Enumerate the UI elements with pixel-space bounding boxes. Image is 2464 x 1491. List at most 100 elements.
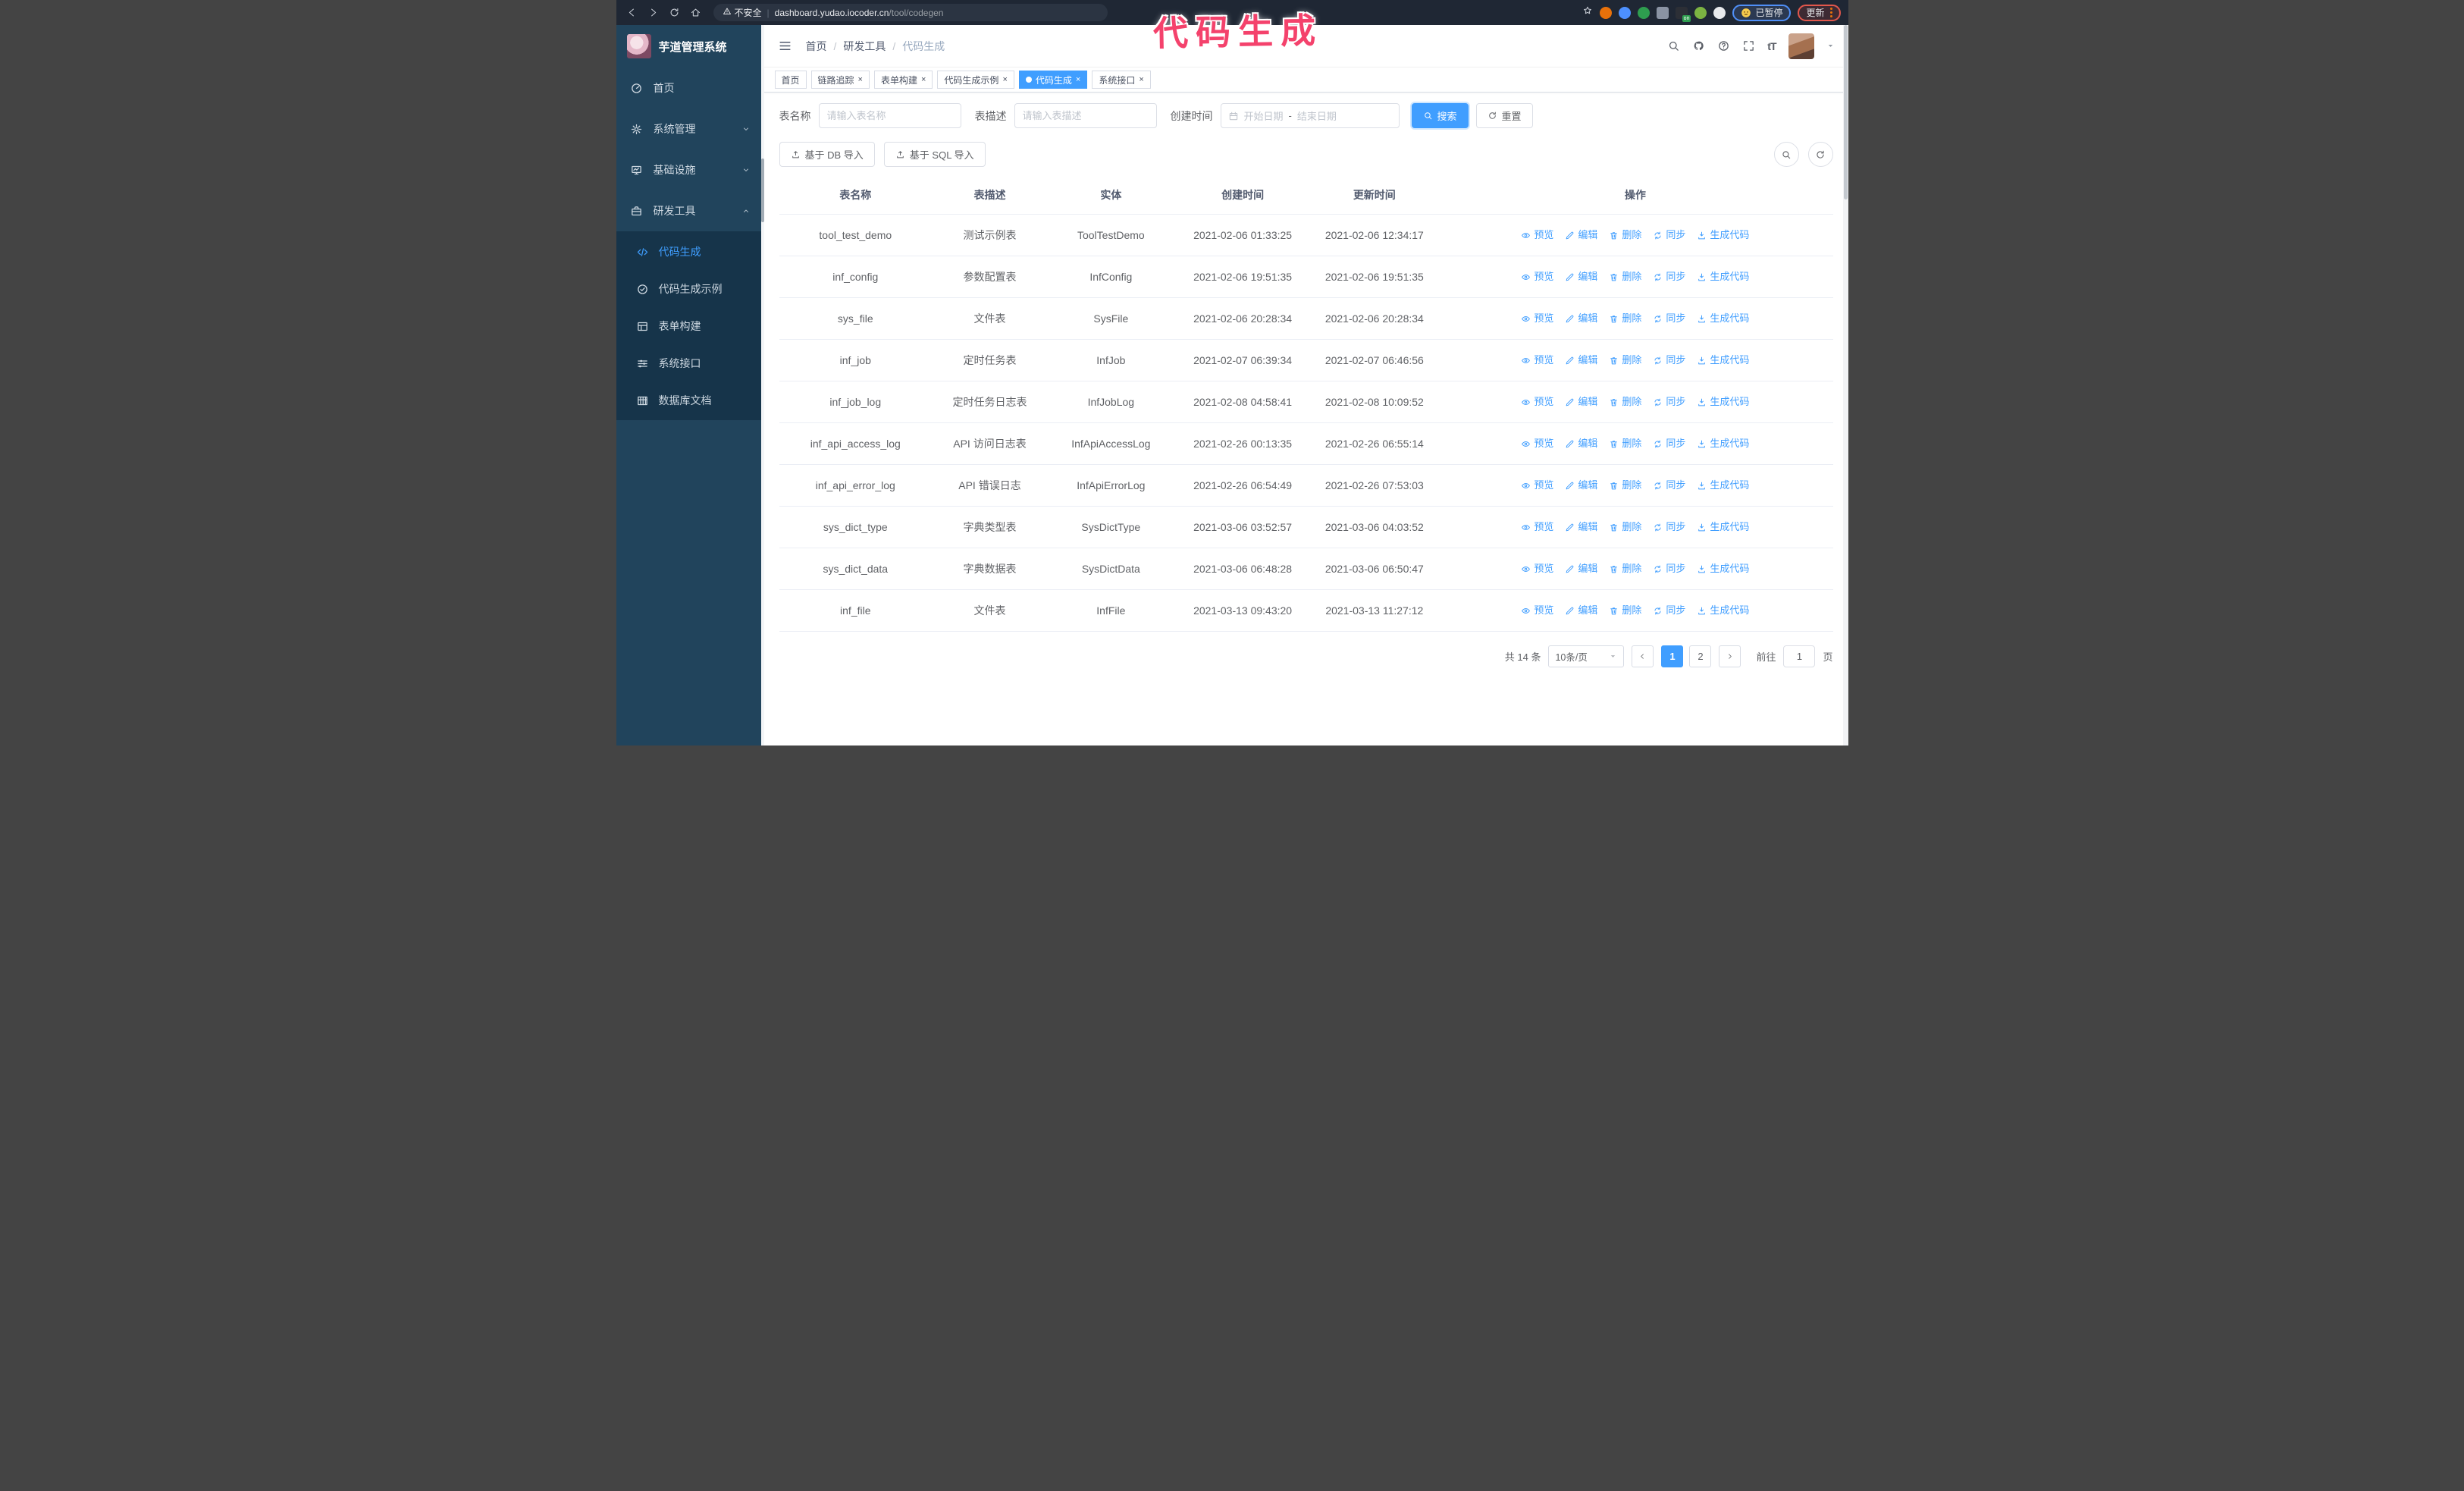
sidebar-item-2[interactable]: 系统管理 xyxy=(616,108,764,149)
action-sync[interactable]: 同步 xyxy=(1653,227,1685,243)
bookmark-star-icon[interactable] xyxy=(1582,5,1593,20)
action-eye[interactable]: 预览 xyxy=(1521,519,1553,535)
table-row[interactable]: sys_dict_data 字典数据表 SysDictData 2021-03-06 … xyxy=(779,548,1833,590)
table-row[interactable]: sys_dict_type 字典类型表 SysDictType 2021-03-06 … xyxy=(779,506,1833,548)
table-desc-input[interactable] xyxy=(1014,103,1157,128)
reload-icon[interactable] xyxy=(666,5,683,21)
action-delete[interactable]: 删除 xyxy=(1609,394,1641,410)
reset-button[interactable]: 重置 xyxy=(1475,103,1533,128)
action-eye[interactable]: 预览 xyxy=(1521,435,1553,452)
action-edit[interactable]: 编辑 xyxy=(1565,268,1597,285)
sidebar-fold-icon[interactable] xyxy=(778,39,792,53)
action-delete[interactable]: 删除 xyxy=(1609,602,1641,619)
action-eye[interactable]: 预览 xyxy=(1521,560,1553,577)
action-delete[interactable]: 删除 xyxy=(1609,227,1641,243)
action-edit[interactable]: 编辑 xyxy=(1565,560,1597,577)
import-sql-button[interactable]: 基于 SQL 导入 xyxy=(883,142,986,167)
action-sync[interactable]: 同步 xyxy=(1653,310,1685,327)
import-db-button[interactable]: 基于 DB 导入 xyxy=(779,142,875,167)
action-delete[interactable]: 删除 xyxy=(1609,352,1641,369)
table-row[interactable]: sys_file 文件表 SysFile 2021-02-06 20:28:34 202… xyxy=(779,297,1833,340)
table-row[interactable]: inf_config 参数配置表 InfConfig 2021-02-06 19:51… xyxy=(779,256,1833,298)
close-icon[interactable]: × xyxy=(1076,75,1080,84)
close-icon[interactable]: × xyxy=(1002,75,1007,84)
home-icon[interactable] xyxy=(688,5,704,21)
sidebar-item-1[interactable]: 首页 xyxy=(616,67,764,108)
chevron-down-icon[interactable] xyxy=(1826,42,1835,50)
action-download[interactable]: 生成代码 xyxy=(1697,227,1749,243)
search-button[interactable]: 搜索 xyxy=(1411,103,1469,128)
tab-3[interactable]: 表单构建 × xyxy=(873,71,933,89)
submenu-item-4[interactable]: 系统接口 xyxy=(616,344,764,381)
extension-grid-icon[interactable] xyxy=(1657,6,1669,19)
page-size-select[interactable]: 10条/页 xyxy=(1548,645,1625,667)
action-edit[interactable]: 编辑 xyxy=(1565,435,1597,452)
tab-4[interactable]: 代码生成示例 × xyxy=(937,71,1014,89)
close-icon[interactable]: × xyxy=(1139,75,1143,84)
submenu-item-3[interactable]: 表单构建 xyxy=(616,307,764,344)
action-delete[interactable]: 删除 xyxy=(1609,435,1641,452)
breadcrumb-item[interactable]: 首页 xyxy=(806,39,827,54)
page-scrollbar[interactable] xyxy=(1842,25,1848,746)
user-avatar[interactable] xyxy=(1788,33,1814,59)
table-row[interactable]: inf_api_access_log API 访问日志表 InfApiAccessL… xyxy=(779,422,1833,465)
action-sync[interactable]: 同步 xyxy=(1653,394,1685,410)
action-download[interactable]: 生成代码 xyxy=(1697,310,1749,327)
sidebar-item-3[interactable]: 基础设施 xyxy=(616,149,764,190)
table-name-input[interactable] xyxy=(818,103,961,128)
action-download[interactable]: 生成代码 xyxy=(1697,268,1749,285)
action-eye[interactable]: 预览 xyxy=(1521,310,1553,327)
profile-paused-badge[interactable]: 已暂停 xyxy=(1732,4,1792,21)
close-icon[interactable]: × xyxy=(858,75,863,84)
action-download[interactable]: 生成代码 xyxy=(1697,435,1749,452)
extension-dark-on-icon[interactable]: on xyxy=(1676,6,1691,22)
prev-page-button[interactable] xyxy=(1632,645,1654,667)
tab-5[interactable]: 代码生成 × xyxy=(1018,71,1088,89)
toggle-search-button[interactable] xyxy=(1773,142,1799,167)
font-size-icon[interactable]: tT xyxy=(1767,40,1776,52)
tab-6[interactable]: 系统接口 × xyxy=(1092,71,1151,89)
action-edit[interactable]: 编辑 xyxy=(1565,310,1597,327)
goto-page-input[interactable] xyxy=(1783,645,1816,667)
action-download[interactable]: 生成代码 xyxy=(1697,394,1749,410)
action-edit[interactable]: 编辑 xyxy=(1565,602,1597,619)
action-edit[interactable]: 编辑 xyxy=(1565,394,1597,410)
extension-green-shield-icon[interactable] xyxy=(1638,6,1651,19)
action-delete[interactable]: 删除 xyxy=(1609,268,1641,285)
insecure-warning[interactable]: 不安全 xyxy=(723,6,762,19)
table-row[interactable]: inf_api_error_log API 错误日志 InfApiErrorLog 2… xyxy=(779,464,1833,507)
submenu-item-5[interactable]: 数据库文档 xyxy=(616,381,764,419)
action-eye[interactable]: 预览 xyxy=(1521,352,1553,369)
action-download[interactable]: 生成代码 xyxy=(1697,519,1749,535)
next-page-button[interactable] xyxy=(1719,645,1741,667)
action-edit[interactable]: 编辑 xyxy=(1565,519,1597,535)
action-eye[interactable]: 预览 xyxy=(1521,602,1553,619)
breadcrumb-item[interactable]: 研发工具 xyxy=(843,39,886,54)
sidebar-item-4[interactable]: 研发工具 xyxy=(616,190,764,231)
action-delete[interactable]: 删除 xyxy=(1609,519,1641,535)
action-download[interactable]: 生成代码 xyxy=(1697,560,1749,577)
page-button-2[interactable]: 2 xyxy=(1689,645,1712,667)
action-eye[interactable]: 预览 xyxy=(1521,394,1553,410)
table-row[interactable]: inf_job_log 定时任务日志表 InfJobLog 2021-02-08 04… xyxy=(779,381,1833,423)
table-row[interactable]: inf_file 文件表 InfFile 2021-03-13 09:43:20 202… xyxy=(779,589,1833,632)
tab-2[interactable]: 链路追踪 × xyxy=(810,71,870,89)
action-delete[interactable]: 删除 xyxy=(1609,310,1641,327)
action-sync[interactable]: 同步 xyxy=(1653,477,1685,494)
help-icon[interactable] xyxy=(1717,39,1730,52)
action-sync[interactable]: 同步 xyxy=(1653,519,1685,535)
action-sync[interactable]: 同步 xyxy=(1653,352,1685,369)
table-row[interactable]: tool_test_demo 测试示例表 ToolTestDemo 2021-02-0… xyxy=(779,214,1833,256)
action-eye[interactable]: 预览 xyxy=(1521,477,1553,494)
extension-puzzle-icon[interactable] xyxy=(1713,6,1726,19)
forward-icon[interactable] xyxy=(645,5,662,21)
submenu-item-1[interactable]: 代码生成 xyxy=(616,233,764,270)
action-sync[interactable]: 同步 xyxy=(1653,602,1685,619)
sidebar-logo-row[interactable]: 芋道管理系统 xyxy=(616,25,764,67)
extension-blue-gem-icon[interactable] xyxy=(1619,6,1632,19)
date-range-picker[interactable]: 开始日期 - 结束日期 xyxy=(1220,103,1400,128)
action-download[interactable]: 生成代码 xyxy=(1697,477,1749,494)
action-sync[interactable]: 同步 xyxy=(1653,560,1685,577)
action-eye[interactable]: 预览 xyxy=(1521,227,1553,243)
submenu-item-2[interactable]: 代码生成示例 xyxy=(616,270,764,307)
